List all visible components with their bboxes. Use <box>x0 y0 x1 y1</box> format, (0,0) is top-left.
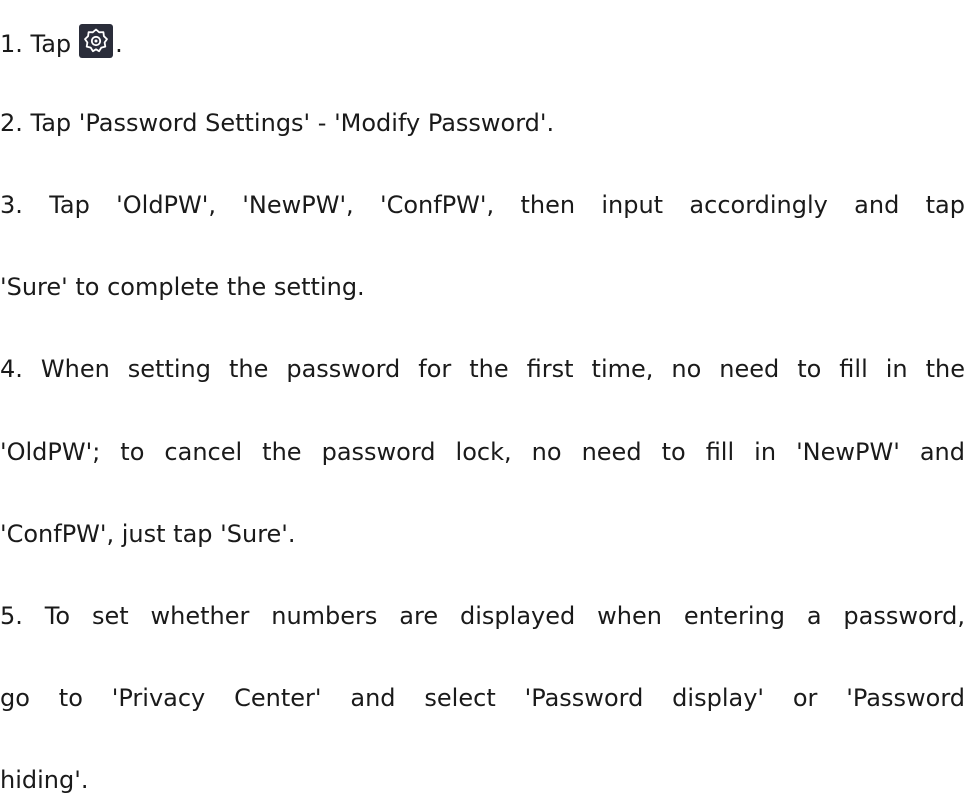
settings-gear-icon <box>79 24 114 58</box>
step-4-line-1: 4. When setting the password for the fir… <box>0 355 965 384</box>
step-3-line-2: 'Sure' to complete the setting. <box>0 273 365 302</box>
step-5-line-2: go to 'Privacy Center' and select 'Passw… <box>0 683 965 712</box>
step-1-suffix: . <box>115 30 123 58</box>
step-5-line-3: hiding'. <box>0 766 89 794</box>
step-2: 2. Tap 'Password Settings' - 'Modify Pas… <box>0 109 555 138</box>
step-4-line-3: 'ConfPW', just tap 'Sure'. <box>0 519 296 548</box>
step-5-line-1: 5. To set whether numbers are displayed … <box>0 601 965 630</box>
step-4-line-2: 'OldPW'; to cancel the password lock, no… <box>0 437 965 466</box>
step-3-line-1: 3. Tap 'OldPW', 'NewPW', 'ConfPW', then … <box>0 191 965 220</box>
step-1: 1. Tap . <box>0 24 965 61</box>
step-1-prefix: 1. Tap <box>0 30 72 58</box>
instructions-document: 1. Tap . 2. Tap 'Password Settings' - 'M… <box>0 0 965 801</box>
